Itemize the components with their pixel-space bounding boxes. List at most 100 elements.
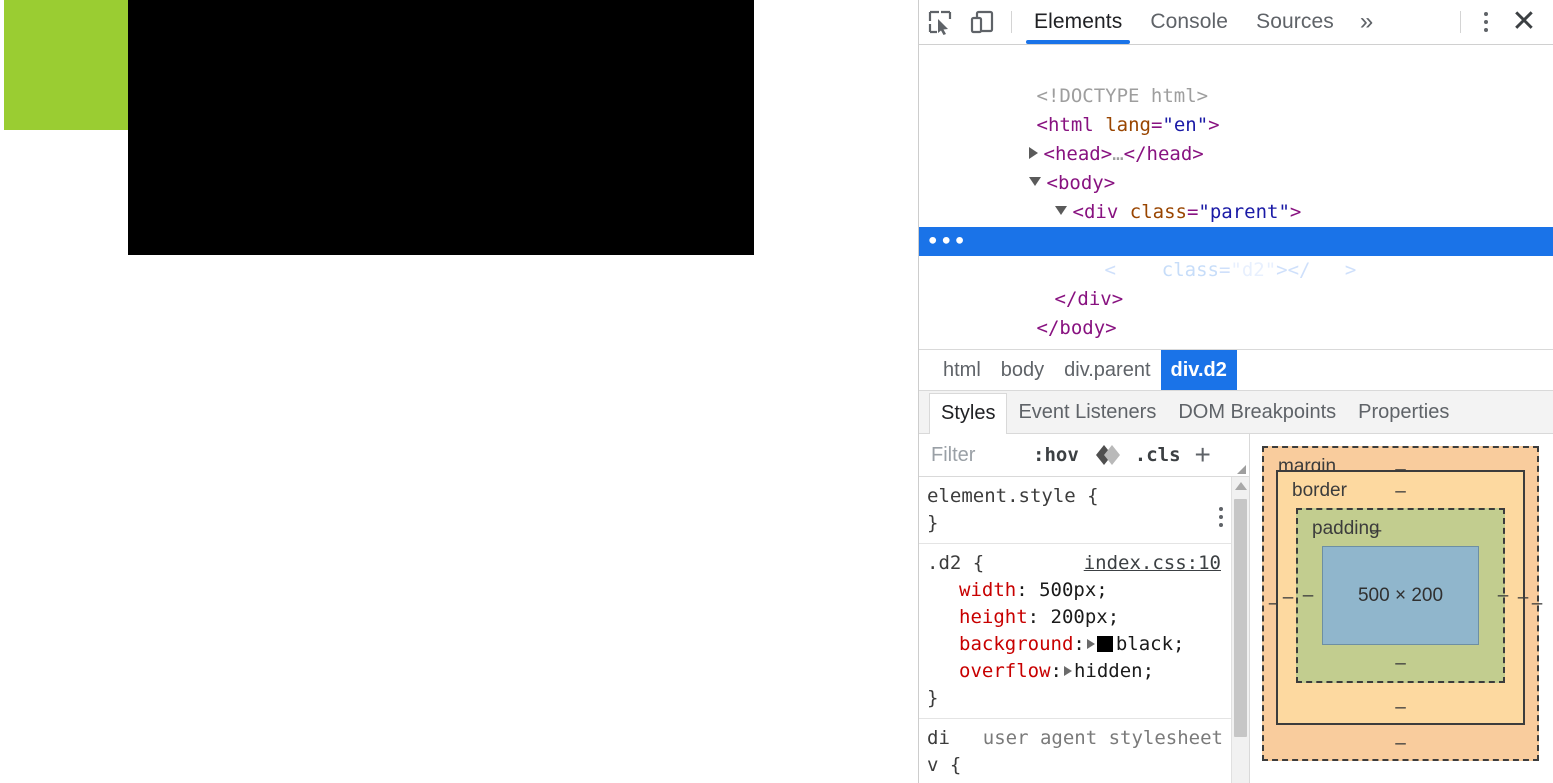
node-badge-ellipsis[interactable]: ••• (927, 227, 967, 256)
dom-row-doctype[interactable]: <!DOCTYPE html> (919, 53, 1553, 107)
more-tabs-chevron-icon[interactable]: » (1348, 0, 1385, 44)
tab-elements[interactable]: Elements (1020, 0, 1136, 44)
tab-event-listeners[interactable]: Event Listeners (1007, 393, 1167, 433)
more-tabs-label: » (1359, 8, 1374, 35)
styles-filter-bar: :hov .cls + (919, 434, 1249, 477)
declaration-height[interactable]: height: 200px; (927, 604, 1237, 631)
box-model-padding-right[interactable]: – (1498, 585, 1509, 607)
tab-sources-label: Sources (1256, 10, 1334, 33)
box-model-border-left[interactable]: – (1283, 587, 1294, 609)
page-viewport (0, 0, 918, 783)
dom-row-div-d2-selected[interactable]: ••• <div class="d2"></div> == $0 (919, 227, 1553, 281)
element-classes-button[interactable]: .cls (1135, 444, 1181, 466)
scrollbar-up-arrow-icon[interactable] (1234, 482, 1247, 490)
devtools-toolbar: Elements Console Sources » ✕ (919, 0, 1553, 45)
resize-corner-icon[interactable] (1237, 465, 1246, 474)
declaration-height-value[interactable]: 200px (1051, 606, 1108, 628)
toolbar-right-group: ✕ (1452, 2, 1553, 42)
computed-styles-diamond-icon[interactable] (1095, 442, 1121, 468)
dom-row-head[interactable]: <head>…</head> (919, 111, 1553, 165)
hover-state-button[interactable]: :hov (1033, 444, 1079, 466)
dom-row-html-close[interactable]: </html> (919, 314, 1553, 349)
box-model-padding-left[interactable]: – (1303, 585, 1314, 607)
rule-ua-selector-line2: v { (927, 754, 962, 776)
breadcrumb-label-div-d2: div.d2 (1170, 358, 1227, 381)
css-rules-list[interactable]: element.style { } .d2 { index.css:10 wid… (919, 477, 1249, 783)
breadcrumb: html body div.parent div.d2 (919, 349, 1553, 391)
rule-ua-origin: user agent stylesheet (982, 727, 1223, 749)
dom-row-html-open[interactable]: <html lang="en"> (919, 82, 1553, 136)
box-model-padding-label: padding (1312, 518, 1380, 539)
scrollbar-thumb[interactable] (1234, 499, 1247, 737)
declaration-width-prop: width (959, 579, 1017, 601)
expand-background-icon[interactable] (1086, 638, 1095, 649)
device-toolbar-icon[interactable] (961, 1, 1003, 43)
tab-styles-label: Styles (941, 401, 996, 424)
tab-dom-breakpoints-label: DOM Breakpoints (1178, 400, 1337, 423)
tab-properties[interactable]: Properties (1347, 393, 1460, 433)
rule-d2-close: } (927, 687, 939, 709)
new-style-rule-button[interactable]: + (1195, 441, 1211, 469)
breadcrumb-item-html[interactable]: html (933, 350, 991, 390)
search-input[interactable] (929, 442, 1029, 468)
styles-pane: :hov .cls + element.style { (919, 434, 1553, 783)
page-box-d2 (128, 0, 754, 255)
rule-d2-origin-link[interactable]: index.css:10 (1084, 550, 1221, 577)
box-model-border-bottom[interactable]: – (1395, 697, 1406, 719)
box-model-margin-right[interactable]: – (1532, 593, 1543, 615)
declaration-background[interactable]: background: black; (927, 631, 1237, 658)
declaration-width[interactable]: width: 500px; (927, 577, 1237, 604)
rule-more-options-icon[interactable] (1219, 507, 1223, 527)
devtools-screenshot-root: Elements Console Sources » ✕ <!DOCTYPE h… (0, 0, 1553, 783)
inspect-cursor-icon[interactable] (919, 1, 961, 43)
tab-sources[interactable]: Sources (1242, 0, 1348, 44)
expand-overflow-icon[interactable] (1063, 665, 1072, 676)
dom-tree[interactable]: <!DOCTYPE html> <html lang="en"> <head>…… (919, 45, 1553, 349)
box-model-diagram: margin – – – – border – – – – padding – … (1250, 434, 1553, 783)
rule-element-style-selector: element.style { (927, 485, 1099, 507)
declaration-width-value[interactable]: 500px (1039, 579, 1096, 601)
declaration-overflow-prop: overflow (959, 660, 1051, 682)
tab-elements-label: Elements (1034, 10, 1123, 33)
page-box-d1 (4, 0, 128, 130)
rule-element-style[interactable]: element.style { } (919, 477, 1249, 544)
tab-dom-breakpoints[interactable]: DOM Breakpoints (1167, 393, 1347, 433)
declaration-overflow-value[interactable]: hidden (1074, 660, 1143, 682)
tag-html-close: html (1047, 346, 1093, 349)
breadcrumb-item-div-d2[interactable]: div.d2 (1160, 350, 1237, 390)
color-swatch-black[interactable] (1096, 635, 1113, 652)
box-model-border-label: border (1292, 480, 1347, 501)
box-model-border-right[interactable]: – (1518, 587, 1529, 609)
rule-d2[interactable]: .d2 { index.css:10 width: 500px; height:… (919, 544, 1249, 719)
dom-row-div-parent-close[interactable]: </div> (919, 256, 1553, 310)
tab-console-label: Console (1150, 10, 1229, 33)
tab-console[interactable]: Console (1136, 0, 1242, 44)
declaration-overflow[interactable]: overflow: hidden; (927, 658, 1237, 685)
rule-user-agent[interactable]: di v { user agent stylesheet (919, 719, 1249, 783)
box-model-padding-bottom[interactable]: – (1395, 653, 1406, 675)
toolbar-divider (1011, 11, 1012, 33)
box-model-content-size: 500 × 200 (1357, 584, 1444, 606)
sidebar-pane-tabs: Styles Event Listeners DOM Breakpoints P… (919, 391, 1553, 434)
tab-styles[interactable]: Styles (929, 393, 1008, 434)
box-model-margin-bottom[interactable]: – (1395, 733, 1406, 755)
box-model-content[interactable]: 500 × 200 (1322, 546, 1479, 645)
toolbar-divider-right (1460, 11, 1461, 33)
dom-row-body-open[interactable]: <body> (919, 140, 1553, 194)
box-model-border-top[interactable]: – (1395, 481, 1406, 503)
more-options-icon[interactable] (1469, 2, 1503, 42)
close-icon[interactable]: ✕ (1503, 2, 1545, 42)
declaration-background-prop: background (959, 633, 1074, 655)
breadcrumb-item-body[interactable]: body (991, 350, 1054, 390)
declaration-background-value[interactable]: black (1116, 633, 1173, 655)
box-model-padding-top[interactable]: – (1371, 520, 1382, 542)
breadcrumb-label-html: html (943, 358, 981, 381)
breadcrumb-label-body: body (1000, 358, 1045, 381)
dom-row-body-close[interactable]: </body> (919, 285, 1553, 339)
dom-row-div-parent[interactable]: <div class="parent"> (919, 169, 1553, 223)
styles-scrollbar[interactable] (1231, 477, 1249, 783)
dom-row-div-d1[interactable]: <div class="d1"></div> (919, 198, 1553, 252)
breadcrumb-item-div-parent[interactable]: div.parent (1054, 350, 1160, 390)
devtools-panel: Elements Console Sources » ✕ <!DOCTYPE h… (918, 0, 1553, 783)
css-rules-column: :hov .cls + element.style { (919, 434, 1250, 783)
